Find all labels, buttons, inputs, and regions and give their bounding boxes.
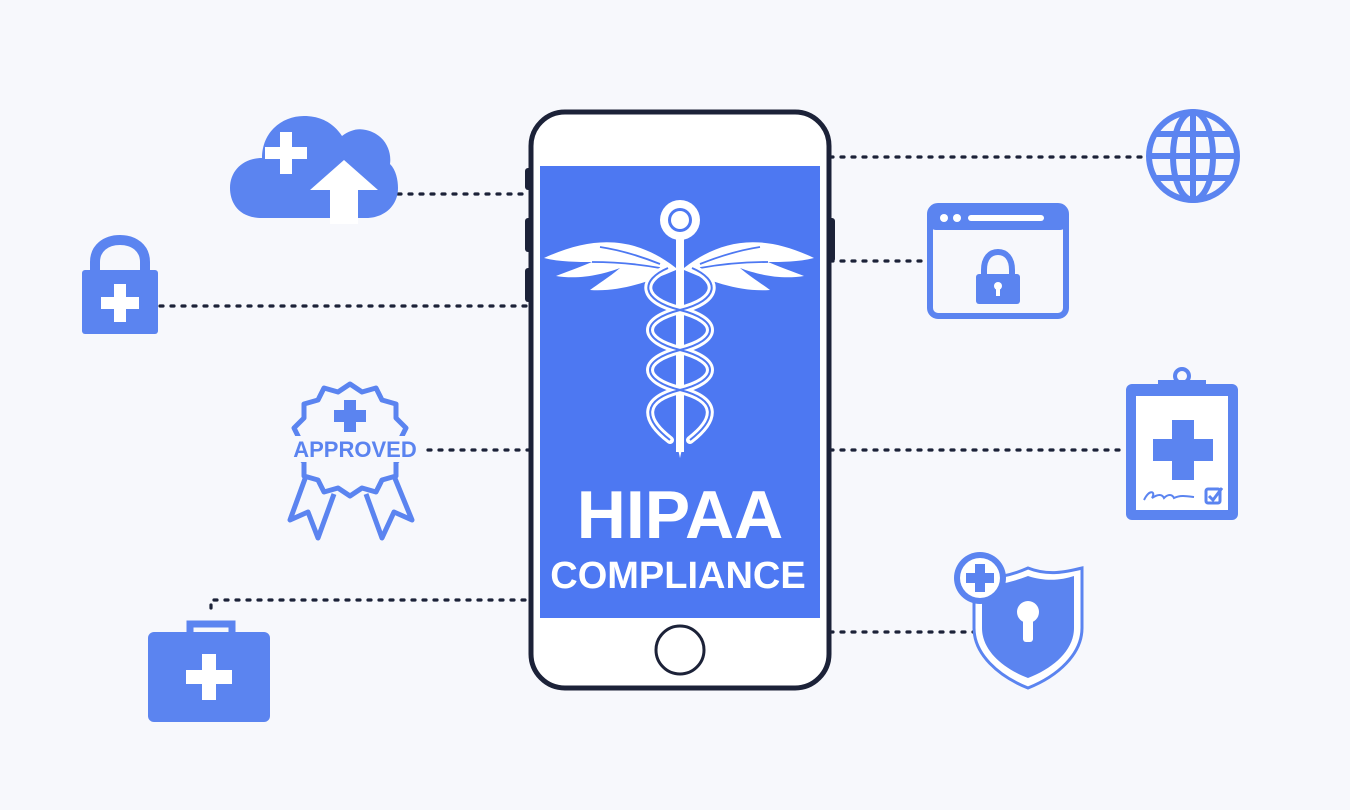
secure-browser-icon [927, 203, 1069, 319]
hipaa-illustration: HIPAA COMPLIANCE APPROVED [0, 0, 1350, 810]
padlock-medical-icon [82, 234, 158, 334]
medical-clipboard-icon [1126, 367, 1238, 520]
connector-line [209, 598, 532, 610]
phone-subtitle: COMPLIANCE [550, 555, 805, 597]
phone-title: HIPAA [577, 477, 784, 553]
approved-badge-icon: APPROVED [285, 381, 425, 541]
globe-icon [1146, 109, 1240, 203]
first-aid-kit-icon [148, 620, 270, 722]
medical-shield-keyhole-icon [954, 552, 1084, 690]
cloud-upload-medical-icon [230, 116, 398, 224]
approved-label: APPROVED [293, 437, 416, 462]
smartphone: HIPAA COMPLIANCE [525, 109, 835, 691]
home-button[interactable] [654, 624, 706, 676]
